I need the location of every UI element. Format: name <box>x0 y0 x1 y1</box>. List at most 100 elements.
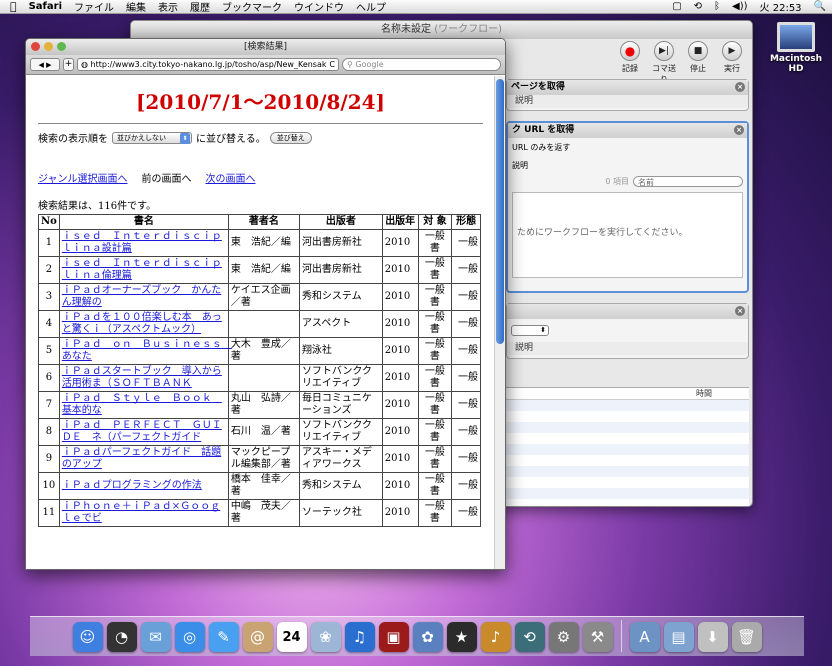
book-title-link[interactable]: ｉＰａｄパーフェクトガイド 話題のアップ <box>62 447 221 470</box>
column-header: 書名 <box>58 214 229 230</box>
title-cell: ｉｓｅｄ Ｉｎｔｅｒｄｉｓｃｉｐｌｉｎａ倫理篇 <box>58 256 229 284</box>
log-list: 時間 <box>506 387 749 506</box>
system-preferences-icon[interactable]: ⚙ <box>548 622 579 652</box>
iphoto-icon[interactable]: ✿ <box>412 622 443 652</box>
menu-view[interactable]: 表示 <box>152 0 184 14</box>
book-title-link[interactable]: ｉＰａｄ ｏｎ Ｂｕｓｉｎｅｓｓ あなた <box>62 339 232 362</box>
google-search-input[interactable]: ⚲ Google <box>342 58 501 71</box>
menu-edit[interactable]: 編集 <box>120 0 152 14</box>
genre-select-link[interactable]: ジャンル選択画面へ <box>38 170 128 185</box>
table-row: 5 ｉＰａｄ ｏｎ Ｂｕｓｉｎｅｓｓ あなた 大木 豊成／著 翔泳社 2010 一般書 一般 <box>38 337 481 365</box>
back-forward-buttons[interactable]: ◀ ▶ <box>30 58 60 71</box>
menu-clock[interactable]: 火 22:53 <box>754 0 808 14</box>
ichat-icon[interactable]: ✎ <box>208 622 239 652</box>
menu-history[interactable]: 履歴 <box>184 0 216 14</box>
format-cell: 一般 <box>451 229 481 257</box>
preview-icon[interactable]: ❀ <box>310 622 341 652</box>
next-page-link[interactable]: 次の画面へ <box>206 170 256 185</box>
window-controls <box>31 42 66 51</box>
garageband-icon[interactable]: ♪ <box>480 622 511 652</box>
action-third[interactable]: × ⬍ 説明 <box>506 303 749 359</box>
safari-titlebar[interactable]: [検索結果] <box>26 39 505 55</box>
menu-window[interactable]: ウインドウ <box>288 0 350 14</box>
vertical-scrollbar[interactable] <box>494 76 505 569</box>
forward-icon[interactable]: ▶ <box>46 61 51 69</box>
book-title-link[interactable]: ｉｓｅｄ Ｉｎｔｅｒｄｉｓｃｉｐｌｉｎａ設計篇 <box>62 231 222 254</box>
menu-bookmarks[interactable]: ブックマーク <box>216 0 288 14</box>
log-column-time[interactable]: 時間 <box>506 388 749 400</box>
imovie-icon[interactable]: ★ <box>446 622 477 652</box>
address-book-icon[interactable]: @ <box>242 622 273 652</box>
action-search-input[interactable]: 名前 <box>633 176 743 187</box>
page-navigation: ジャンル選択画面へ 前の画面へ 次の画面へ <box>38 170 483 185</box>
safari-icon[interactable]: ◎ <box>174 622 205 652</box>
sort-button[interactable]: 並び替え <box>269 131 312 144</box>
address-bar[interactable]: ◍ http://www3.city.tokyo-nakano.lg.jp/to… <box>77 58 339 71</box>
year-cell: 2010 <box>381 310 419 338</box>
book-title-link[interactable]: ｉＰａｄ ＰＥＲＦＥＣＴ ＧＵＩＤＥ ネ（パーフェクトガイド <box>62 420 222 443</box>
close-action-icon[interactable]: × <box>735 306 745 316</box>
close-window-icon[interactable] <box>31 42 40 51</box>
book-title-link[interactable]: ｉｓｅｄ Ｉｎｔｅｒｄｉｓｃｉｐｌｉｎａ倫理篇 <box>62 258 222 281</box>
back-icon[interactable]: ◀ <box>38 61 43 69</box>
format-cell: 一般 <box>451 283 481 311</box>
author-cell <box>227 310 300 338</box>
action-popup[interactable]: ⬍ <box>511 325 549 336</box>
format-cell: 一般 <box>451 472 481 500</box>
itunes-icon[interactable]: ♫ <box>344 622 375 652</box>
action-description[interactable]: 説明 <box>507 342 748 355</box>
sort-order-select[interactable]: 並びかえしない ⬍ <box>112 131 192 144</box>
scrollbar-thumb[interactable] <box>496 79 504 344</box>
photo-booth-icon[interactable]: ▣ <box>378 622 409 652</box>
time-machine-icon[interactable]: ⟲ <box>514 622 545 652</box>
volume-icon[interactable]: ◀)) <box>726 1 754 12</box>
menu-help[interactable]: ヘルプ <box>350 0 392 14</box>
desktop-icon-label: Macintosh HD <box>769 54 823 74</box>
ical-icon[interactable]: 24 <box>276 622 307 652</box>
audience-cell: 一般書 <box>417 499 453 527</box>
audience-cell: 一般書 <box>417 310 453 338</box>
column-header: 対 象 <box>417 214 453 230</box>
mail-icon[interactable]: ✉ <box>140 622 171 652</box>
book-title-link[interactable]: ｉＰｈｏｎｅ＋ｉＰａｄ×Ｇｏｏｇｌｅでビ <box>62 501 220 524</box>
book-title-link[interactable]: ｉＰａｄスタートブック 導入から活用術ま（ＳＯＦＴＢＡＮＫ <box>62 366 222 389</box>
sort-label: 検索の表示順を <box>38 134 108 145</box>
automator-icon[interactable]: ⚒ <box>582 622 613 652</box>
close-action-icon[interactable]: × <box>734 125 744 135</box>
bluetooth-icon[interactable]: ᛒ <box>708 1 726 12</box>
book-title-link[interactable]: ｉＰａｄプログラミングの作法 <box>62 480 202 491</box>
menu-app-name[interactable]: Safari <box>23 1 68 12</box>
automator-titlebar[interactable]: 名称未設定 (ワークフロー) <box>131 21 752 39</box>
action-get-page[interactable]: ページを取得 × 説明 <box>506 79 749 111</box>
spotlight-icon[interactable]: 🔍 <box>808 1 832 12</box>
address-text[interactable]: http://www3.city.tokyo-nakano.lg.jp/tosh… <box>91 60 327 69</box>
dashboard-icon[interactable]: ◔ <box>106 622 137 652</box>
macintosh-hd-desktop-icon[interactable]: Macintosh HD <box>768 22 824 74</box>
action-description[interactable]: 説明 <box>508 157 747 174</box>
menu-file[interactable]: ファイル <box>68 0 120 14</box>
downloads-icon[interactable]: ⬇ <box>697 622 728 652</box>
book-title-link[interactable]: ｉＰａｄオーナーズブック かんたん理解の <box>62 285 222 308</box>
trash-icon[interactable]: 🗑 <box>731 622 762 652</box>
reload-icon[interactable]: C <box>329 59 335 70</box>
title-cell: ｉＰａｄプログラミングの作法 <box>58 472 229 500</box>
author-cell: 東 浩紀／編 <box>227 256 300 284</box>
action-description[interactable]: 説明 <box>507 95 748 108</box>
documents-folder-icon[interactable]: ▤ <box>663 622 694 652</box>
book-title-link[interactable]: ｉＰａｄ Ｓｔｙｌｅ Ｂｏｏｋ 基本的な <box>62 393 222 416</box>
action-get-urls[interactable]: ク URL を取得 × URL のみを返す 説明 0 項目 名前 ためにワークフロ… <box>506 121 749 293</box>
applications-folder-icon[interactable]: A <box>629 622 660 652</box>
zoom-window-icon[interactable] <box>57 42 66 51</box>
hard-drive-icon <box>777 22 815 52</box>
apple-menu-icon[interactable]:  <box>0 0 23 13</box>
book-title-link[interactable]: ｉＰａｄを１００倍楽しむ本 あっと驚くｉ（アスペクトムック） <box>62 312 222 335</box>
row-number: 10 <box>38 472 60 500</box>
minimize-window-icon[interactable] <box>44 42 53 51</box>
add-bookmark-button[interactable]: + <box>63 58 74 71</box>
year-cell: 2010 <box>381 283 419 311</box>
time-machine-status-icon[interactable]: ⟲ <box>688 1 708 12</box>
status-square-icon[interactable]: ▢ <box>666 1 687 12</box>
finder-icon[interactable]: ☺ <box>72 622 103 652</box>
title-cell: ｉＰａｄ Ｓｔｙｌｅ Ｂｏｏｋ 基本的な <box>58 391 229 419</box>
close-action-icon[interactable]: × <box>735 82 745 92</box>
